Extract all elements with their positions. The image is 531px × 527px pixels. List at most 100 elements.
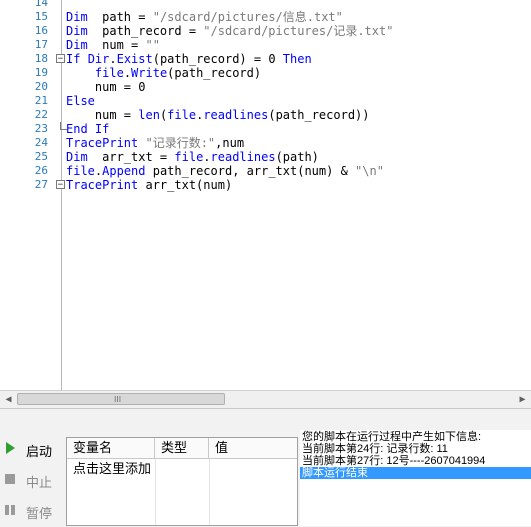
start-button[interactable]: 启动	[0, 435, 64, 463]
function-token: file	[66, 164, 95, 178]
code-token: path =	[87, 10, 153, 24]
line-number: 26	[34, 164, 48, 177]
code-text: Else	[66, 94, 95, 108]
column-header-value[interactable]: 值	[209, 438, 297, 458]
string-token: "/sdcard/pictures/记录.txt"	[203, 24, 394, 38]
function-token: readlines	[210, 150, 276, 164]
code-line[interactable]: 23 End If	[0, 122, 531, 136]
string-token: "记录行数:"	[145, 136, 216, 150]
code-line[interactable]: 24 TracePrint "记录行数:",num	[0, 136, 531, 150]
function-token: file	[174, 150, 204, 164]
collapse-icon[interactable]: −	[56, 54, 65, 64]
play-icon	[6, 442, 15, 454]
line-number: 19	[34, 66, 48, 79]
function-token: file	[167, 108, 197, 122]
line-number: 18	[34, 52, 48, 65]
add-variable-hint[interactable]: 点击这里添加	[73, 459, 151, 479]
keyword-token: Else	[66, 94, 95, 108]
keyword-token: Dim	[66, 38, 88, 52]
code-line[interactable]: 19 file.Write(path_record)	[0, 66, 531, 80]
code-text: num = 0	[66, 80, 146, 94]
code-token: (path_record)	[167, 66, 262, 80]
code-text: file.Write(path_record)	[66, 66, 261, 80]
function-token: Dir	[87, 52, 110, 66]
code-line[interactable]: 15 Dim path = "/sdcard/pictures/信息.txt"	[0, 10, 531, 24]
scroll-right-icon[interactable]: ▶	[514, 391, 531, 408]
code-text: file.Append path_record, arr_txt(num) & …	[66, 164, 384, 178]
code-line[interactable]: 25 Dim arr_txt = file.readlines(path)	[0, 150, 531, 164]
keyword-token: Dim	[66, 10, 88, 24]
column-header-name[interactable]: 变量名	[67, 438, 155, 458]
function-token: readlines	[203, 108, 269, 122]
collapse-icon[interactable]: −	[56, 180, 65, 190]
keyword-token: Dim	[66, 150, 88, 164]
variables-table-header: 变量名 类型 值	[67, 438, 297, 459]
code-line[interactable]: 26 file.Append path_record, arr_txt(num) …	[0, 164, 531, 178]
pause-button[interactable]: 暂停	[0, 497, 64, 525]
code-line[interactable]: 18− If Dir.Exist(path_record) = 0 Then	[0, 52, 531, 66]
keyword-token: Then	[282, 52, 312, 66]
string-token: ""	[145, 38, 160, 52]
add-variable-row[interactable]: 点击这里添加	[67, 459, 297, 479]
code-text: TracePrint "记录行数:",num	[66, 136, 244, 150]
line-number: 16	[34, 24, 48, 37]
code-line[interactable]: 27− TracePrint arr_txt(num)	[0, 178, 531, 192]
code-editor[interactable]: 14 15 Dim path = "/sdcard/pictures/信息.txt"…	[0, 0, 531, 390]
log-line: 当前脚本第24行: 记录行数: 11	[302, 443, 448, 455]
stop-button[interactable]: 中止	[0, 466, 64, 494]
scroll-left-icon[interactable]: ◀	[0, 391, 17, 408]
line-number: 27	[34, 178, 48, 191]
code-line[interactable]: 21 Else	[0, 94, 531, 108]
code-line[interactable]: 17 Dim num = ""	[0, 38, 531, 52]
code-line[interactable]: 22 num = len(file.readlines(path_record)…	[0, 108, 531, 122]
code-token: num = 0	[66, 80, 146, 94]
line-number: 23	[34, 122, 48, 135]
code-line[interactable]: 20 num = 0	[0, 80, 531, 94]
code-line[interactable]: 16 Dim path_record = "/sdcard/pictures/记录…	[0, 24, 531, 38]
line-number: 21	[34, 94, 48, 107]
code-token: num =	[87, 38, 146, 52]
pause-icon	[5, 505, 15, 515]
code-text: Dim path = "/sdcard/pictures/信息.txt"	[66, 10, 343, 24]
variables-table[interactable]: 变量名 类型 值 点击这里添加	[66, 437, 298, 526]
code-text: Dim num = ""	[66, 38, 160, 52]
code-token: .	[123, 66, 132, 80]
scrollbar-thumb[interactable]: III	[17, 393, 225, 405]
code-text: Dim arr_txt = file.readlines(path)	[66, 150, 319, 164]
line-number: 15	[34, 10, 48, 23]
column-header-type[interactable]: 类型	[155, 438, 209, 458]
code-text: num = len(file.readlines(path_record))	[66, 108, 370, 122]
stop-icon	[5, 474, 15, 484]
string-token: "\n"	[355, 164, 384, 178]
code-token: (path)	[275, 150, 319, 164]
horizontal-scrollbar[interactable]: ◀ III ▶	[0, 390, 531, 408]
code-token: path_record =	[87, 24, 204, 38]
code-line[interactable]: 14	[0, 0, 531, 10]
log-line: 您的脚本在运行过程中产生如下信息:	[302, 431, 482, 443]
code-text: End If	[66, 122, 109, 136]
code-token: arr_txt(num)	[138, 178, 233, 192]
log-line-selected[interactable]: 脚本运行结束	[300, 467, 531, 479]
output-log[interactable]: 您的脚本在运行过程中产生如下信息: 当前脚本第24行: 记录行数: 11 当前脚…	[300, 430, 531, 526]
code-token: (path_record) = 0	[152, 52, 283, 66]
scrollbar-grip: III	[114, 395, 122, 404]
line-number: 24	[34, 136, 48, 149]
stop-label: 中止	[26, 475, 53, 490]
function-token: Write	[131, 66, 168, 80]
keyword-token: End If	[66, 122, 110, 136]
code-text: TracePrint arr_txt(num)	[66, 178, 232, 192]
line-number: 20	[34, 80, 48, 93]
function-token: TracePrint	[66, 136, 139, 150]
pause-label: 暂停	[26, 506, 53, 521]
line-number: 17	[34, 38, 48, 51]
function-token: TracePrint	[66, 178, 139, 192]
string-token: "/sdcard/pictures/信息.txt"	[152, 10, 343, 24]
keyword-token: If	[66, 52, 81, 66]
code-token: arr_txt =	[87, 150, 175, 164]
log-line: 当前脚本第27行: 12号----2607041994	[302, 455, 486, 467]
function-token: Append	[102, 164, 146, 178]
code-text: If Dir.Exist(path_record) = 0 Then	[66, 52, 312, 66]
code-token: path_record, arr_txt(num) &	[145, 164, 356, 178]
start-label: 启动	[26, 444, 53, 459]
